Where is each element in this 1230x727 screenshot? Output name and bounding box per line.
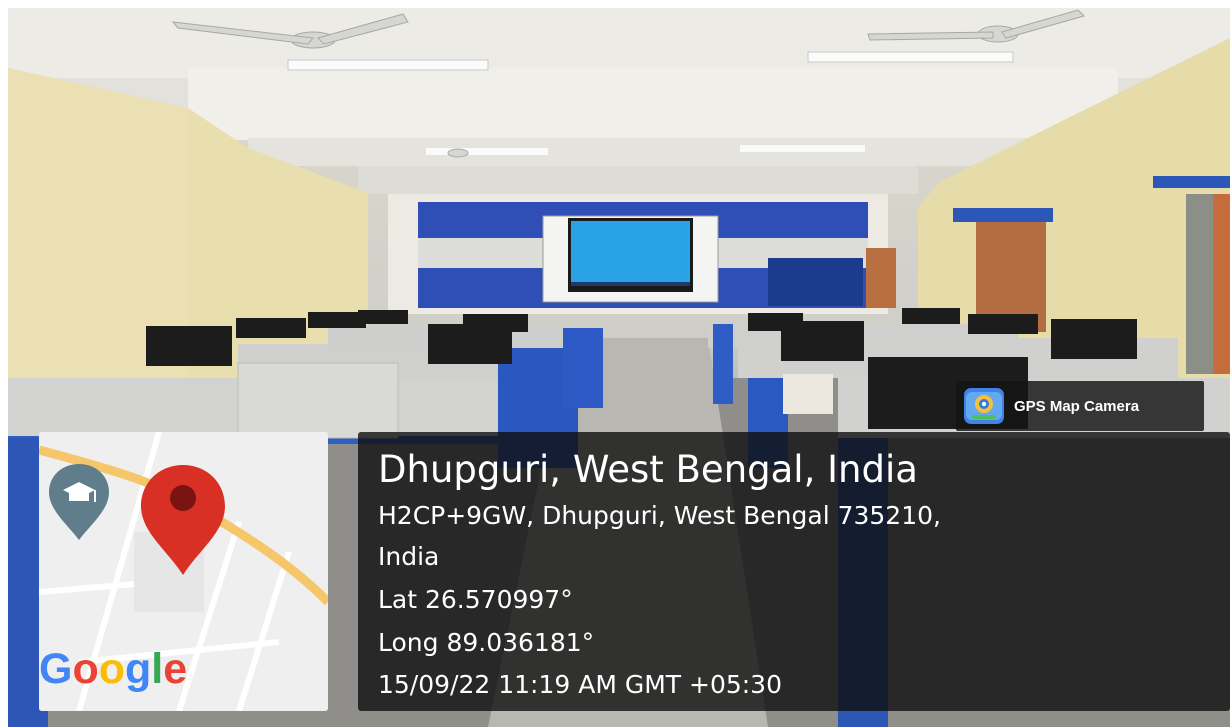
longitude-text: Long 89.036181°	[378, 628, 595, 657]
google-logo-letter: o	[98, 645, 126, 693]
address-line-2: India	[378, 542, 440, 571]
timestamp-text: 15/09/22 11:19 AM GMT +05:30	[378, 670, 782, 699]
google-logo-letter: e	[163, 645, 188, 693]
address-line-1: H2CP+9GW, Dhupguri, West Bengal 735210,	[378, 501, 941, 530]
google-logo: Google	[39, 645, 187, 694]
google-logo-letter: l	[151, 645, 164, 693]
location-map-thumbnail: Google	[39, 432, 328, 711]
location-title: Dhupguri, West Bengal, India	[378, 448, 918, 491]
google-logo-letter: G	[39, 645, 73, 693]
geotag-info-panel: Dhupguri, West Bengal, India H2CP+9GW, D…	[358, 432, 1230, 711]
gps-map-camera-icon	[964, 388, 1004, 424]
google-logo-letter: o	[72, 645, 99, 693]
google-logo-letter: g	[125, 645, 152, 693]
gps-map-camera-label: GPS Map Camera	[1014, 397, 1140, 415]
gps-map-camera-badge: GPS Map Camera	[956, 381, 1204, 431]
latitude-text: Lat 26.570997°	[378, 585, 573, 614]
